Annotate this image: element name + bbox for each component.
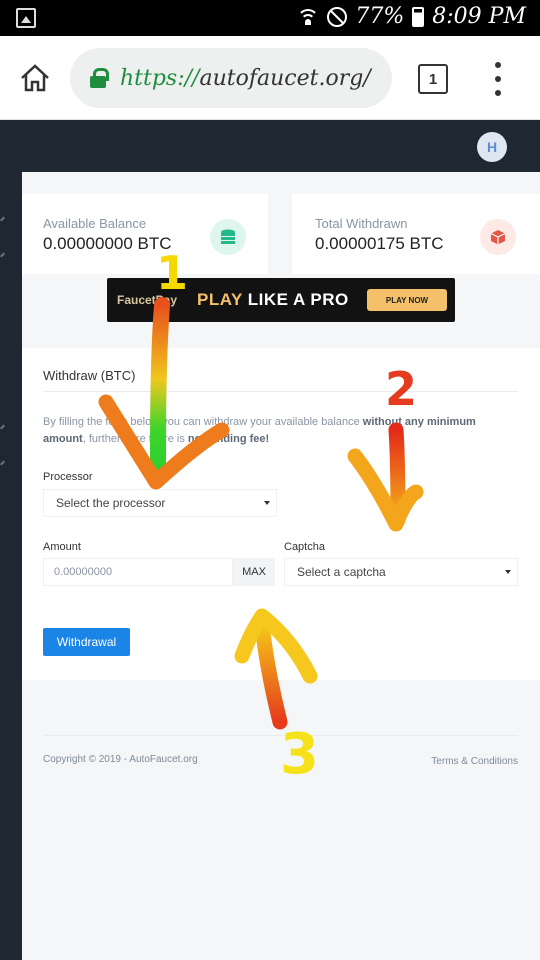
chevron-down-icon: [505, 570, 511, 574]
site-header: H: [0, 120, 540, 172]
available-balance-value: 0.00000000 BTC: [43, 234, 172, 253]
annotation-label-3: 3: [280, 722, 319, 787]
total-withdrawn-label: Total Withdrawn: [315, 216, 408, 231]
total-withdrawn-value: 0.00000175 BTC: [315, 234, 444, 253]
status-bar: 77% 8:09 PM: [0, 0, 540, 36]
processor-select[interactable]: Select the processor: [43, 489, 277, 517]
ad-headline: PLAY LIKE A PRO: [197, 290, 349, 309]
do-not-disturb-icon: [327, 6, 348, 27]
ad-cta-button[interactable]: PLAY NOW: [367, 289, 447, 311]
captcha-label: Captcha: [284, 541, 325, 553]
amount-input[interactable]: 0.00000000: [43, 558, 233, 586]
battery-icon: [412, 6, 425, 27]
avatar[interactable]: H: [477, 132, 507, 162]
footer-copyright: Copyright © 2019 - AutoFaucet.org: [43, 754, 198, 765]
main-content: Available Balance 0.00000000 BTC Total W…: [22, 172, 540, 960]
home-icon[interactable]: [20, 64, 50, 92]
clock: 8:09 PM: [432, 4, 526, 29]
sidebar: [0, 172, 22, 960]
terms-link[interactable]: Terms & Conditions: [431, 756, 518, 767]
coins-icon: [210, 219, 246, 255]
withdrawal-button[interactable]: Withdrawal: [43, 628, 130, 656]
url-text: https://autofaucet.org/: [120, 65, 371, 91]
chevron-down-icon: [264, 501, 270, 505]
more-vert-icon[interactable]: [488, 62, 508, 96]
address-bar[interactable]: https://autofaucet.org/: [70, 48, 392, 108]
total-withdrawn-card: Total Withdrawn 0.00000175 BTC: [292, 194, 540, 274]
available-balance-label: Available Balance: [43, 216, 147, 231]
lock-icon: [90, 68, 109, 88]
annotation-label-1: 1: [156, 246, 189, 300]
max-button[interactable]: MAX: [233, 558, 275, 586]
processor-label: Processor: [43, 471, 93, 483]
amount-label: Amount: [43, 541, 81, 553]
tabs-icon[interactable]: 1: [418, 64, 448, 94]
browser-toolbar: https://autofaucet.org/ 1: [0, 36, 540, 120]
box-icon: [480, 219, 516, 255]
wifi-icon: [297, 7, 320, 27]
withdraw-title: Withdraw (BTC): [43, 368, 136, 383]
divider: [43, 391, 518, 392]
captcha-select[interactable]: Select a captcha: [284, 558, 518, 586]
annotation-label-2: 2: [385, 362, 418, 416]
withdraw-description: By filling the form below you can withdr…: [43, 416, 476, 445]
battery-percent: 77%: [355, 4, 405, 29]
image-notification-icon: [16, 8, 36, 28]
available-balance-card: Available Balance 0.00000000 BTC: [22, 194, 268, 274]
withdraw-card: Withdraw (BTC) By filling the form below…: [22, 348, 540, 680]
